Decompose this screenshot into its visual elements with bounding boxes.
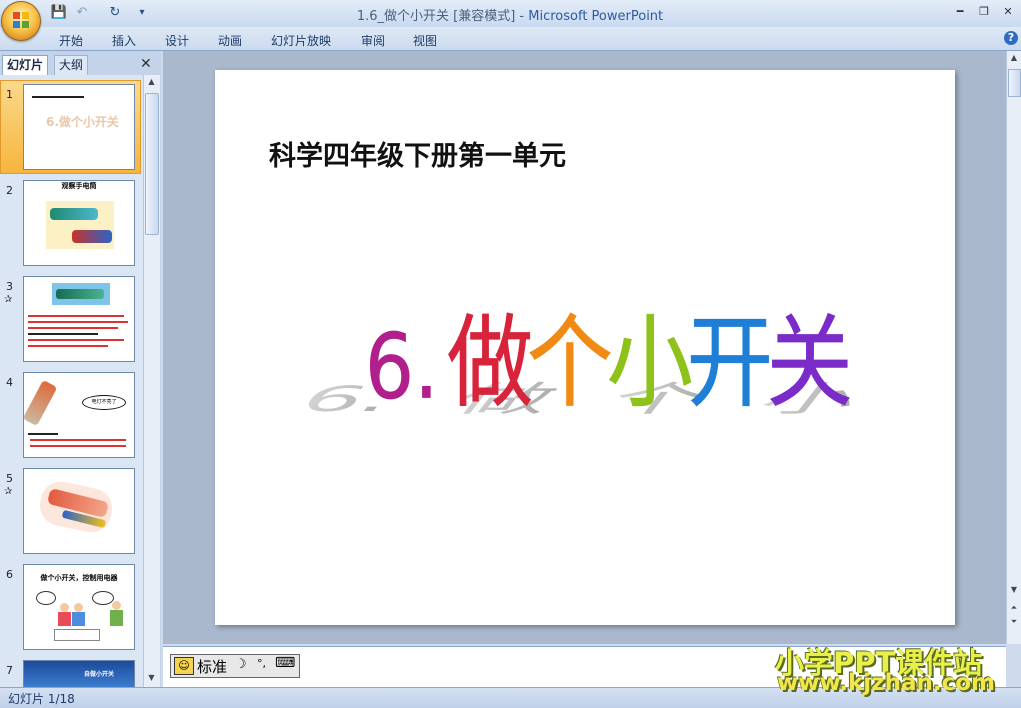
qat-more-icon[interactable]: ▾ bbox=[136, 4, 148, 22]
tab-insert[interactable]: 插入 bbox=[112, 32, 136, 49]
speech-bubble bbox=[92, 591, 114, 605]
tab-view[interactable]: 视图 bbox=[413, 32, 437, 49]
ribbon-tab-bar bbox=[0, 27, 1021, 51]
wordart-char: 小 bbox=[607, 305, 693, 422]
thumb-text-line bbox=[28, 315, 124, 317]
app-name: Microsoft PowerPoint bbox=[528, 9, 664, 24]
thumb-number: 4 bbox=[6, 376, 13, 389]
slide-wordart-title[interactable]: 6.做个小开关 6.做个小开关 bbox=[295, 240, 855, 480]
tab-review[interactable]: 审阅 bbox=[361, 32, 385, 49]
thumbnail-scrollbar[interactable]: ▲ ▼ bbox=[143, 75, 160, 687]
thumb-number: 6 bbox=[6, 568, 13, 581]
slide-thumbnail-5[interactable] bbox=[23, 468, 135, 554]
wordart-char: 做 bbox=[447, 305, 533, 422]
wordart-char: 个 bbox=[527, 305, 613, 422]
next-slide-icon[interactable]: ⏷ bbox=[1008, 617, 1020, 629]
wordart-char: 关 bbox=[767, 305, 853, 422]
thumb-text-line bbox=[28, 327, 118, 329]
thumb-text-line bbox=[30, 439, 126, 441]
wordart-char: 6. bbox=[365, 314, 439, 419]
thumb-number: 5 bbox=[6, 472, 13, 485]
slide-thumbnail-7[interactable]: 自做小开关 bbox=[23, 660, 135, 689]
thumb-text-line bbox=[32, 96, 84, 98]
animation-star-icon: ✰ bbox=[4, 294, 13, 305]
slide-subtitle[interactable]: 科学四年级下册第一单元 bbox=[269, 134, 566, 173]
thumb-title: 自做小开关 bbox=[84, 671, 115, 678]
animation-star-icon: ✰ bbox=[4, 486, 13, 497]
tab-design[interactable]: 设计 bbox=[165, 32, 189, 49]
current-slide[interactable]: 科学四年级下册第一单元 6.做个小开关 6.做个小开关 bbox=[215, 70, 955, 625]
slide-thumbnail-4[interactable]: 电灯不亮了 bbox=[23, 372, 135, 458]
slide-scrollbar[interactable]: ▲ ▼ ⏶ ⏷ bbox=[1006, 51, 1021, 644]
scroll-down-icon[interactable]: ▼ bbox=[145, 671, 158, 685]
flashlight-image bbox=[72, 230, 112, 243]
thumb-number: 7 bbox=[6, 664, 13, 677]
ime-halfwidth-icon[interactable]: ☽ bbox=[235, 657, 253, 672]
ime-punctuation-icon[interactable]: °, bbox=[257, 657, 273, 670]
panel-close-icon[interactable]: ✕ bbox=[140, 56, 152, 72]
ime-mode-label[interactable]: 标准 bbox=[197, 656, 227, 677]
tab-animation[interactable]: 动画 bbox=[218, 32, 242, 49]
child-figure bbox=[112, 601, 121, 610]
tab-home[interactable]: 开始 bbox=[59, 32, 83, 49]
slide-thumbnail-1[interactable]: 6.做个小开关 bbox=[23, 84, 135, 170]
thumb-number: 2 bbox=[6, 184, 13, 197]
save-icon[interactable]: 💾 bbox=[50, 4, 68, 22]
scroll-thumb[interactable] bbox=[1008, 69, 1021, 97]
title-separator: - bbox=[515, 9, 529, 24]
watermark-url: www.kjzhan.com bbox=[777, 670, 995, 696]
thumb-text-line bbox=[28, 433, 58, 435]
thumb-number: 1 bbox=[6, 88, 13, 101]
slide-thumbnail-3[interactable] bbox=[23, 276, 135, 362]
speech-bubble bbox=[36, 591, 56, 605]
flashlight-image bbox=[50, 208, 98, 220]
office-button[interactable] bbox=[1, 1, 41, 41]
office-logo-icon bbox=[13, 12, 29, 28]
undo-icon[interactable]: ↶ bbox=[74, 4, 90, 22]
table-figure bbox=[54, 629, 100, 641]
wordart-letters: 6. 做个小开关 bbox=[365, 305, 854, 423]
scroll-down-icon[interactable]: ▼ bbox=[1008, 585, 1020, 597]
flashlight-image bbox=[24, 379, 58, 427]
ime-keyboard-icon[interactable]: ⌨ bbox=[275, 655, 295, 671]
slide-thumbnail-6[interactable]: 做个小开关，控制用电器 bbox=[23, 564, 135, 650]
slide-thumbnail-2[interactable]: 观察手电筒 bbox=[23, 180, 135, 266]
tab-slideshow[interactable]: 幻灯片放映 bbox=[271, 32, 331, 49]
restore-button[interactable]: ❐ bbox=[974, 4, 994, 20]
child-figure bbox=[110, 610, 123, 626]
flashlight-image bbox=[56, 289, 104, 299]
redo-icon[interactable]: ↻ bbox=[107, 4, 123, 22]
scroll-up-icon[interactable]: ▲ bbox=[145, 75, 158, 89]
previous-slide-icon[interactable]: ⏶ bbox=[1008, 603, 1020, 615]
child-figure bbox=[74, 603, 83, 612]
scroll-up-icon[interactable]: ▲ bbox=[1008, 51, 1020, 65]
thumb-text-line bbox=[28, 333, 98, 335]
thumb-bubble: 电灯不亮了 bbox=[82, 395, 126, 410]
child-figure bbox=[58, 612, 71, 626]
thumb-title: 做个小开关，控制用电器 bbox=[40, 574, 118, 582]
thumb-title: 6.做个小开关 bbox=[46, 115, 119, 129]
help-icon[interactable]: ? bbox=[1004, 31, 1018, 45]
thumb-text-line bbox=[28, 321, 128, 323]
wordart-char: 开 bbox=[687, 305, 773, 422]
thumb-text-line bbox=[30, 445, 126, 447]
document-title: 1.6_做个小开关 [兼容模式] bbox=[356, 9, 516, 24]
tab-slides[interactable]: 幻灯片 bbox=[2, 55, 49, 75]
thumb-title: 观察手电筒 bbox=[61, 182, 97, 190]
child-figure bbox=[60, 603, 69, 612]
tab-outline[interactable]: 大纲 bbox=[54, 55, 89, 75]
ime-logo-icon[interactable]: ☺ bbox=[174, 657, 194, 675]
thumb-number: 3 bbox=[6, 280, 13, 293]
scroll-thumb[interactable] bbox=[145, 93, 159, 235]
thumb-text-line bbox=[28, 339, 124, 341]
ime-toolbar[interactable]: ☺ 标准 ☽ °, ⌨ bbox=[170, 654, 300, 678]
child-figure bbox=[72, 612, 85, 626]
window-title: 1.6_做个小开关 [兼容模式] - Microsoft PowerPoint bbox=[300, 5, 720, 24]
thumb-text-line bbox=[28, 345, 108, 347]
slide-counter: 幻灯片 1/18 bbox=[8, 692, 75, 706]
minimize-button[interactable]: ━ bbox=[950, 4, 970, 20]
close-window-button[interactable]: ✕ bbox=[998, 4, 1018, 20]
